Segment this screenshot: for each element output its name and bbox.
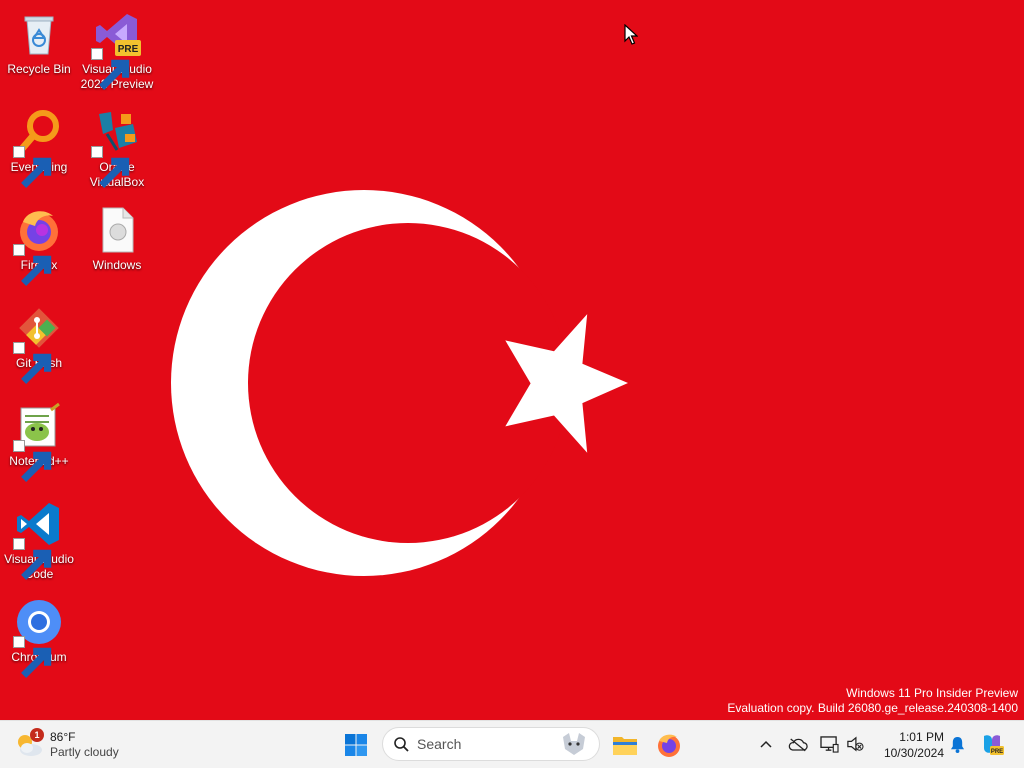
volume-mute-icon: [847, 736, 864, 752]
virtualbox-icon: [91, 108, 141, 188]
desktop-icon-chromium[interactable]: Chromium: [1, 592, 77, 684]
watermark-line-edition: Windows 11 Pro Insider Preview: [846, 686, 1018, 700]
visual-studio-preview-icon: PRE: [91, 10, 141, 90]
svg-text:PRE: PRE: [991, 749, 1003, 755]
desktop-icon-everything[interactable]: Everything: [1, 102, 77, 194]
taskbar-clock[interactable]: 1:01 PM 10/30/2024: [872, 729, 944, 761]
network-tray-button[interactable]: [818, 733, 840, 755]
weather-condition: Partly cloudy: [50, 745, 119, 759]
chevron-up-icon: [760, 740, 772, 748]
taskbar: 1 86°F Partly cloudy Search 1:01 PM 10/3…: [0, 720, 1024, 768]
watermark-line-build: Evaluation copy. Build 26080.ge_release.…: [727, 701, 1018, 715]
mouse-cursor-icon: [624, 24, 638, 45]
start-icon: [345, 734, 367, 756]
copilot-icon: PRE: [984, 735, 1004, 755]
firefox-icon: [13, 206, 63, 286]
desktop-icon-git-bash[interactable]: Git Bash: [1, 298, 77, 390]
search-icon: [394, 737, 409, 752]
taskbar-firefox[interactable]: [651, 727, 687, 763]
git-bash-icon: [13, 304, 63, 384]
desktop-icon-vscode[interactable]: Visual Studio Code: [1, 494, 77, 586]
clock-date: 10/30/2024: [883, 746, 944, 760]
desktop-icon-visual-studio-preview[interactable]: PRE Visual Studio 2022 Preview: [79, 4, 155, 96]
shortcut-arrow-icon: [91, 48, 130, 90]
recycle-bin-icon: [15, 10, 63, 58]
taskbar-file-explorer[interactable]: [607, 727, 643, 763]
desktop-icon-virtualbox[interactable]: Oracle VirtualBox: [79, 102, 155, 194]
partly-cloudy-icon: 1: [14, 728, 44, 760]
desktop[interactable]: Recycle Bin PRE Visual Studio 2022 Previ…: [0, 0, 1024, 720]
evaluation-watermark: Windows 11 Pro Insider Preview Evaluatio…: [727, 686, 1018, 716]
file-icon: [93, 206, 141, 254]
shortcut-arrow-icon: [13, 244, 52, 286]
desktop-icon-windows-file[interactable]: Windows: [79, 200, 155, 292]
weather-temperature: 86°F: [50, 730, 76, 744]
shortcut-arrow-icon: [13, 440, 52, 482]
network-icon: [819, 735, 839, 753]
chromium-icon: [13, 598, 63, 678]
desktop-icon-label: Windows: [92, 258, 142, 272]
start-button[interactable]: [338, 727, 374, 763]
search-placeholder: Search: [417, 736, 462, 752]
desktop-icon-firefox[interactable]: Firefox: [1, 200, 77, 292]
desktop-icon-recycle-bin[interactable]: Recycle Bin: [1, 4, 77, 96]
notepad-plus-plus-icon: [13, 402, 63, 482]
shortcut-arrow-icon: [13, 146, 52, 188]
desktop-icon-label: Recycle Bin: [7, 62, 71, 76]
volume-tray-button[interactable]: [844, 733, 866, 755]
clock-time: 1:01 PM: [899, 730, 944, 744]
search-highlight-icon: [563, 733, 585, 755]
copilot-button[interactable]: PRE: [980, 732, 1004, 756]
file-explorer-icon: [613, 737, 637, 755]
onedrive-icon: [788, 738, 808, 751]
everything-search-icon: [13, 108, 63, 188]
firefox-icon: [658, 734, 680, 757]
weather-alert-badge: 1: [30, 728, 44, 742]
notification-bell-icon: [950, 736, 964, 753]
taskbar-search-box[interactable]: Search: [382, 727, 600, 761]
onedrive-tray-button[interactable]: [787, 733, 809, 755]
desktop-icon-notepad-plus-plus[interactable]: Notepad++: [1, 396, 77, 488]
shortcut-arrow-icon: [13, 636, 52, 678]
shortcut-arrow-icon: [91, 146, 130, 188]
weather-widget[interactable]: 1 86°F Partly cloudy: [14, 727, 119, 763]
notifications-button[interactable]: [946, 733, 968, 755]
shortcut-arrow-icon: [13, 538, 52, 580]
vscode-icon: [13, 500, 63, 580]
shortcut-arrow-icon: [13, 342, 52, 384]
show-hidden-icons-button[interactable]: [755, 733, 777, 755]
